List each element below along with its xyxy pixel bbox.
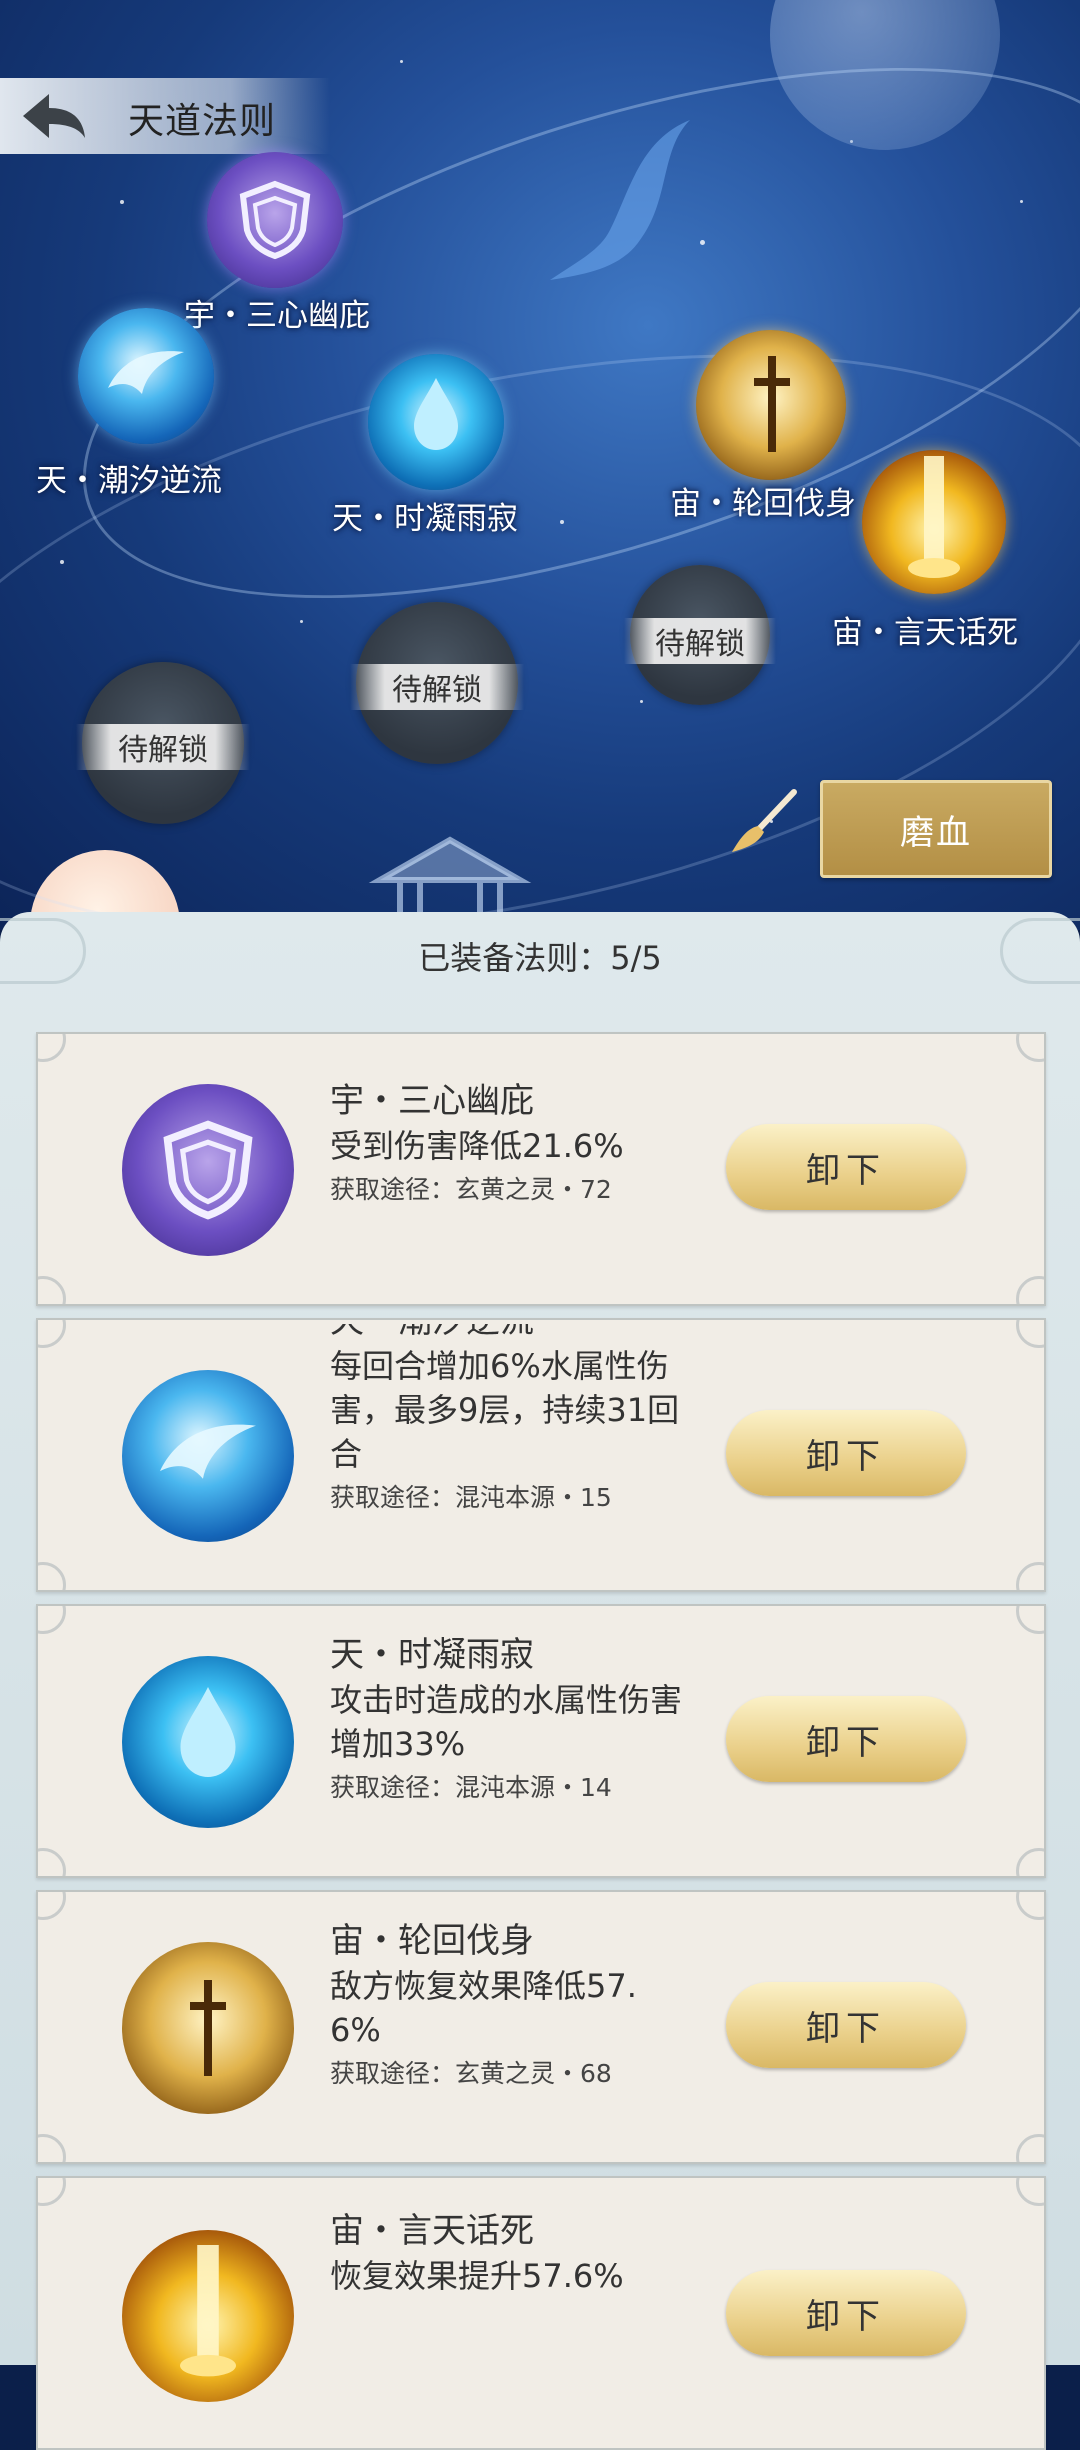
equipped-card: 天・潮汐逆流 每回合增加6%水属性伤害，最多9层，持续31回合 获取途径：混沌本… (36, 1318, 1046, 1592)
unequip-button[interactable]: 卸下 (726, 2270, 966, 2356)
locked-node[interactable]: 待解锁 (76, 662, 250, 824)
corner-ornament (38, 1606, 66, 1634)
node-label: 天・时凝雨寂 (332, 501, 518, 537)
law-desc: 攻击时造成的水属性伤害增加33% (330, 1681, 683, 1763)
corner-ornament (38, 1562, 66, 1590)
equipped-count: 已装备法则：5/5 (418, 939, 662, 977)
brush-button[interactable] (728, 788, 798, 858)
water-drop-icon (414, 378, 458, 450)
law-name: 天・潮汐逆流 (330, 1324, 730, 1344)
law-icon (122, 1370, 294, 1542)
law-name: 宙・言天话死 (330, 2211, 534, 2251)
brush-icon (732, 789, 797, 852)
corner-ornament (1016, 1276, 1044, 1304)
law-icon (122, 1942, 294, 2114)
equipped-card: 宇・三心幽庇 受到伤害降低21.6% 获取途径：玄黄之灵・72 卸下 (36, 1032, 1046, 1306)
node-sanxin-youbi[interactable] (207, 152, 343, 288)
corner-ornament (38, 1892, 66, 1920)
law-name: 宙・轮回伐身 (330, 1921, 534, 1961)
card-text: 天・时凝雨寂 攻击时造成的水属性伤害增加33% 获取途径：混沌本源・14 (330, 1632, 730, 1846)
law-icon (122, 1084, 294, 1256)
node-lunhui-fashen[interactable] (696, 330, 846, 480)
swords-icon (754, 356, 790, 452)
law-source: 获取途径：混沌本源・14 (330, 1773, 612, 1802)
law-icon (122, 2230, 294, 2402)
locked-label: 待解锁 (624, 618, 776, 665)
wave-icon (108, 351, 184, 394)
corner-ornament (1016, 1034, 1044, 1062)
law-desc: 敌方恢复效果降低57.6% (330, 1967, 637, 2049)
equipped-card: 天・时凝雨寂 攻击时造成的水属性伤害增加33% 获取途径：混沌本源・14 卸下 (36, 1604, 1046, 1878)
corner-ornament (38, 1320, 66, 1348)
locked-node[interactable]: 待解锁 (350, 602, 524, 764)
corner-ornament (38, 2134, 66, 2162)
node-label: 宇・三心幽庇 (184, 298, 370, 334)
node-chaoxi-niliu[interactable] (78, 308, 214, 444)
unequip-button[interactable]: 卸下 (726, 1982, 966, 2068)
water-drop-icon (180, 1687, 236, 1777)
back-arrow-icon (23, 94, 85, 138)
moxue-button[interactable]: 磨血 (820, 780, 1052, 878)
node-label: 天・潮汐逆流 (36, 463, 222, 499)
light-pillar-icon (180, 2245, 236, 2377)
corner-ornament (1016, 1606, 1044, 1634)
whale-icon (550, 120, 690, 280)
law-source: 获取途径：玄黄之灵・72 (330, 1175, 612, 1204)
corner-ornament (38, 1848, 66, 1876)
corner-ornament (38, 1034, 66, 1062)
corner-ornament (38, 2178, 66, 2206)
unequip-button[interactable]: 卸下 (726, 1124, 966, 1210)
law-name: 天・时凝雨寂 (330, 1635, 534, 1675)
unequip-button[interactable]: 卸下 (726, 1696, 966, 1782)
shield-icon (163, 1120, 253, 1220)
page-title: 天道法则 (128, 101, 277, 142)
law-name: 宇・三心幽庇 (330, 1081, 534, 1121)
card-text: 宇・三心幽庇 受到伤害降低21.6% 获取途径：玄黄之灵・72 (330, 1078, 730, 1268)
card-text: 宙・言天话死 恢复效果提升57.6% (330, 2208, 730, 2368)
corner-ornament (38, 1276, 66, 1304)
back-button[interactable] (14, 88, 94, 144)
corner-ornament (1016, 1892, 1044, 1920)
law-source: 获取途径：混沌本源・15 (330, 1483, 612, 1512)
locked-node[interactable]: 待解锁 (624, 565, 776, 705)
corner-ornament (1016, 1320, 1044, 1348)
unequip-button[interactable]: 卸下 (726, 1410, 966, 1496)
law-desc: 每回合增加6%水属性伤害，最多9层，持续31回合 (330, 1347, 680, 1473)
corner-ornament (1016, 2134, 1044, 2162)
equipped-card: 宙・轮回伐身 敌方恢复效果降低57.6% 获取途径：玄黄之灵・68 卸下 (36, 1890, 1046, 2164)
node-label: 宙・轮回伐身 (670, 486, 856, 522)
corner-ornament (1016, 2178, 1044, 2206)
law-icon (122, 1656, 294, 1828)
corner-ornament (1016, 1562, 1044, 1590)
equipped-card: 宙・言天话死 恢复效果提升57.6% 卸下 (36, 2176, 1046, 2450)
node-yantian-huasi[interactable] (862, 450, 1006, 594)
law-desc: 受到伤害降低21.6% (330, 1127, 624, 1165)
corner-ornament (1016, 1848, 1044, 1876)
card-text: 宙・轮回伐身 敌方恢复效果降低57.6% 获取途径：玄黄之灵・68 (330, 1918, 730, 2132)
light-pillar-icon (908, 456, 960, 578)
card-text: 天・潮汐逆流 每回合增加6%水属性伤害，最多9层，持续31回合 获取途径：混沌本… (330, 1324, 730, 1560)
node-label: 宙・言天话死 (832, 615, 1018, 651)
locked-label: 待解锁 (350, 663, 524, 710)
law-desc: 恢复效果提升57.6% (330, 2257, 624, 2295)
node-shining-yuji[interactable] (368, 354, 504, 490)
swords-icon (190, 1980, 226, 2076)
locked-label: 待解锁 (76, 723, 250, 770)
law-source: 获取途径：玄黄之灵・68 (330, 2059, 612, 2088)
shield-icon (239, 180, 311, 260)
wave-icon (160, 1424, 256, 1479)
